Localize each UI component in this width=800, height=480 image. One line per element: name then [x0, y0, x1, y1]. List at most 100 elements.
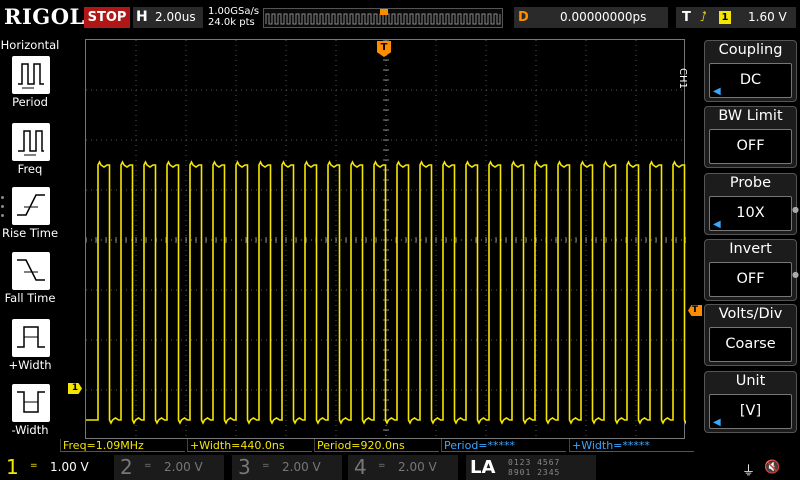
channel3-coupling-icon: =	[262, 461, 270, 471]
measurement-pos-width-ref[interactable]: +Width=*****	[569, 439, 694, 452]
neg-width-label: -Width	[11, 423, 49, 437]
trigger-level: 1.60 V	[748, 10, 787, 24]
horizontal-timebase[interactable]: H 2.00us	[133, 7, 203, 28]
softkey-dots-icon: ●	[792, 205, 799, 214]
volts-div-value: Coarse	[709, 327, 792, 362]
logic-analyzer-status[interactable]: LA 0123 4567 8901 2345	[466, 455, 596, 480]
channel3-number: 3	[238, 455, 251, 479]
channel4-coupling-icon: =	[378, 461, 386, 471]
pos-width-label: +Width	[8, 358, 52, 372]
measure-pos-width[interactable]: +Width	[0, 319, 60, 381]
channel2-scale: 2.00 V	[164, 460, 203, 474]
coupling-softkey[interactable]: Coupling ◀ DC	[704, 40, 797, 102]
rise-time-label: Rise Time	[1, 226, 59, 240]
channel2-coupling-icon: =	[144, 461, 152, 471]
channel-bar: 1 = 1.00 V 2 = 2.00 V 3 = 2.00 V 4 = 2.0…	[0, 455, 800, 480]
invert-title: Invert	[729, 241, 772, 257]
acquisition-info: 1.00GSa/s 24.0k pts	[208, 6, 259, 28]
unit-title: Unit	[735, 373, 766, 389]
rise-time-icon	[12, 187, 50, 225]
channel1-scale: 1.00 V	[50, 460, 89, 474]
measurement-bar: Freq=1.09MHz +Width=440.0ns Period=920.0…	[60, 439, 700, 453]
channel1-waveform	[86, 160, 686, 425]
memory-depth: 24.0k pts	[208, 17, 255, 28]
probe-value: ◀ 10X	[709, 196, 792, 231]
probe-value-text: 10X	[736, 205, 765, 221]
channel3-scale: 2.00 V	[282, 460, 321, 474]
trigger-source: 1	[719, 11, 731, 24]
speaker-mute-icon[interactable]: 🔇	[764, 460, 784, 476]
unit-softkey[interactable]: Unit ◀ [V]	[704, 371, 797, 433]
channel3-status[interactable]: 3 = 2.00 V	[232, 455, 342, 480]
freq-icon	[12, 123, 50, 161]
channel1-number: 1	[6, 455, 19, 479]
channel4-scale: 2.00 V	[398, 460, 437, 474]
channel1-menu: Coupling ◀ DC BW Limit OFF Probe ◀ 10X I…	[704, 40, 800, 433]
invert-value: OFF	[709, 262, 792, 297]
fall-time-label: Fall Time	[4, 291, 56, 305]
channel1-status[interactable]: 1 = 1.00 V	[0, 455, 110, 480]
measurement-freq[interactable]: Freq=1.09MHz	[60, 439, 185, 452]
trigger-level-marker[interactable]: T	[688, 305, 702, 316]
trigger-label: T	[682, 10, 691, 25]
channel-menu-label: CH1	[677, 68, 688, 89]
measure-fall-time[interactable]: Fall Time	[0, 252, 60, 314]
unit-value: ◀ [V]	[709, 394, 792, 429]
menu-page-dots	[1, 196, 5, 226]
top-status-bar: RIGOL STOP H 2.00us 1.00GSa/s 24.0k pts …	[0, 0, 800, 36]
overview-trigger-marker	[380, 9, 388, 15]
measure-neg-width[interactable]: -Width	[0, 384, 60, 446]
channel4-status[interactable]: 4 = 2.00 V	[348, 455, 458, 480]
waveform-display[interactable]	[85, 39, 686, 440]
measure-rise-time[interactable]: Rise Time	[0, 187, 60, 249]
measure-menu: Horizontal Period Freq Rise Time Fall Ti…	[0, 36, 60, 456]
pos-width-icon	[12, 319, 50, 357]
channel1-coupling-icon: =	[30, 461, 38, 471]
volts-div-softkey[interactable]: Volts/Div Coarse	[704, 304, 797, 366]
probe-title: Probe	[729, 175, 772, 191]
sample-rate: 1.00GSa/s	[208, 6, 260, 17]
measurement-period-ref[interactable]: Period=*****	[441, 439, 566, 452]
bw-limit-value: OFF	[709, 129, 792, 164]
la-label: LA	[470, 457, 496, 478]
measure-menu-title: Horizontal	[0, 38, 60, 52]
channel2-status[interactable]: 2 = 2.00 V	[114, 455, 224, 480]
channel4-number: 4	[354, 455, 367, 479]
channel2-number: 2	[120, 455, 133, 479]
horizontal-delay[interactable]: D 0.00000000ps	[514, 7, 668, 28]
unit-value-text: [V]	[739, 403, 762, 419]
measure-period[interactable]: Period	[0, 56, 60, 118]
select-arrow-icon: ◀	[713, 219, 721, 230]
period-label: Period	[12, 95, 48, 109]
probe-softkey[interactable]: Probe ◀ 10X	[704, 173, 797, 235]
neg-width-icon	[12, 384, 50, 422]
delay-value: 0.00000000ps	[560, 10, 647, 24]
coupling-title: Coupling	[718, 42, 783, 58]
select-arrow-icon: ◀	[713, 86, 721, 97]
run-stop-indicator[interactable]: STOP	[84, 7, 130, 28]
usb-icon: ⏚	[742, 464, 756, 479]
channel1-offset-marker[interactable]: 1	[68, 383, 82, 394]
la-bits: 0123 4567 8901 2345	[508, 458, 560, 478]
graticule	[86, 40, 686, 440]
bw-limit-title: BW Limit	[718, 108, 783, 124]
volts-div-title: Volts/Div	[718, 306, 783, 322]
trigger-settings[interactable]: T ⭜ 1 1.60 V	[676, 7, 796, 28]
select-arrow-icon: ◀	[713, 417, 721, 428]
overview-trace	[265, 9, 501, 25]
rising-edge-icon: ⭜	[700, 10, 707, 25]
delay-label: D	[518, 10, 529, 25]
la-bits-row2: 8901 2345	[508, 468, 561, 477]
timebase-value: 2.00us	[155, 10, 196, 24]
coupling-value-text: DC	[739, 72, 762, 88]
measure-freq[interactable]: Freq	[0, 123, 60, 185]
measurement-period[interactable]: Period=920.0ns	[314, 439, 439, 452]
freq-label: Freq	[17, 162, 43, 176]
coupling-value: ◀ DC	[709, 63, 792, 98]
invert-softkey[interactable]: Invert OFF	[704, 239, 797, 301]
measurement-pos-width[interactable]: +Width=440.0ns	[187, 439, 312, 452]
bw-limit-softkey[interactable]: BW Limit OFF	[704, 106, 797, 168]
period-icon	[12, 56, 50, 94]
waveform-overview[interactable]	[263, 8, 503, 28]
horizontal-label: H	[136, 9, 148, 25]
